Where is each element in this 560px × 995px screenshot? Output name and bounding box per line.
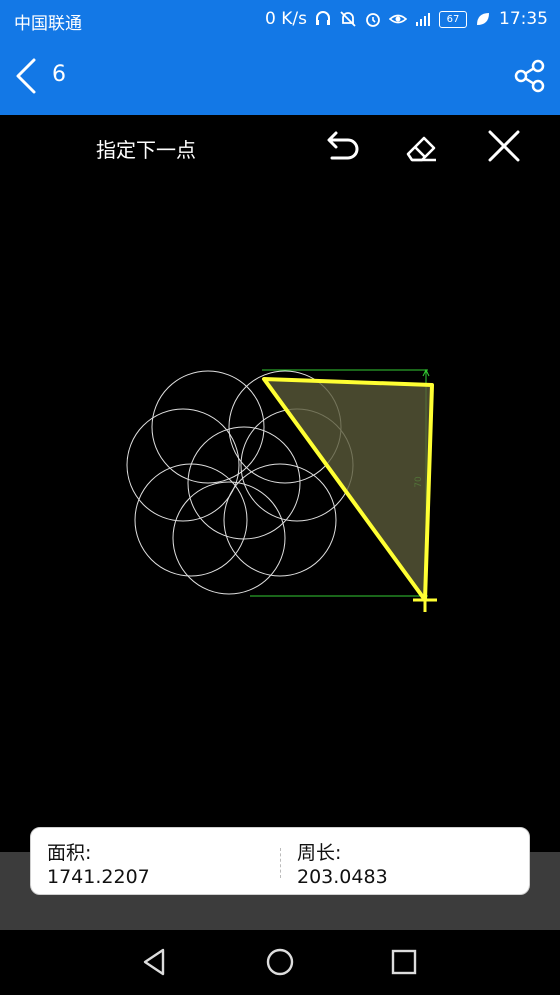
area-value: 1741.2207 (47, 866, 150, 888)
measurement-result-card: 面积: 1741.2207 周长: 203.0483 (30, 827, 530, 895)
carrier-label: 中国联通 (14, 14, 82, 34)
title-bar: 6 (0, 38, 560, 115)
area-label: 面积: (47, 842, 92, 864)
measured-polygon (262, 377, 434, 602)
eraser-icon[interactable] (400, 126, 444, 168)
signal-icon (416, 13, 430, 26)
close-icon[interactable] (482, 126, 526, 168)
alarm-icon (366, 13, 380, 27)
result-divider (280, 848, 281, 878)
nav-home-icon[interactable] (262, 944, 298, 980)
undo-icon[interactable] (318, 126, 362, 168)
perimeter-label: 周长: (297, 842, 342, 864)
net-speed: 0 K/s (265, 9, 307, 29)
battery-indicator: 67 (439, 10, 467, 28)
system-nav-bar (0, 930, 560, 995)
nav-back-icon[interactable] (137, 944, 173, 980)
document-title: 6 (52, 62, 66, 87)
back-icon[interactable] (10, 56, 46, 96)
headset-icon (316, 11, 330, 25)
drawing-canvas[interactable]: 70 (0, 176, 560, 826)
nav-recents-icon[interactable] (386, 944, 422, 980)
leaf-icon (477, 13, 489, 25)
mute-icon (340, 11, 356, 27)
clock: 17:35 (499, 9, 548, 29)
status-icons: 0 K/s 67 17:35 (265, 9, 548, 29)
eye-icon (389, 14, 407, 24)
command-prompt: 指定下一点 (96, 138, 196, 162)
status-bar: 中国联通 0 K/s 67 17:35 (0, 0, 560, 38)
perimeter-value: 203.0483 (297, 866, 388, 888)
share-icon[interactable] (512, 58, 548, 94)
